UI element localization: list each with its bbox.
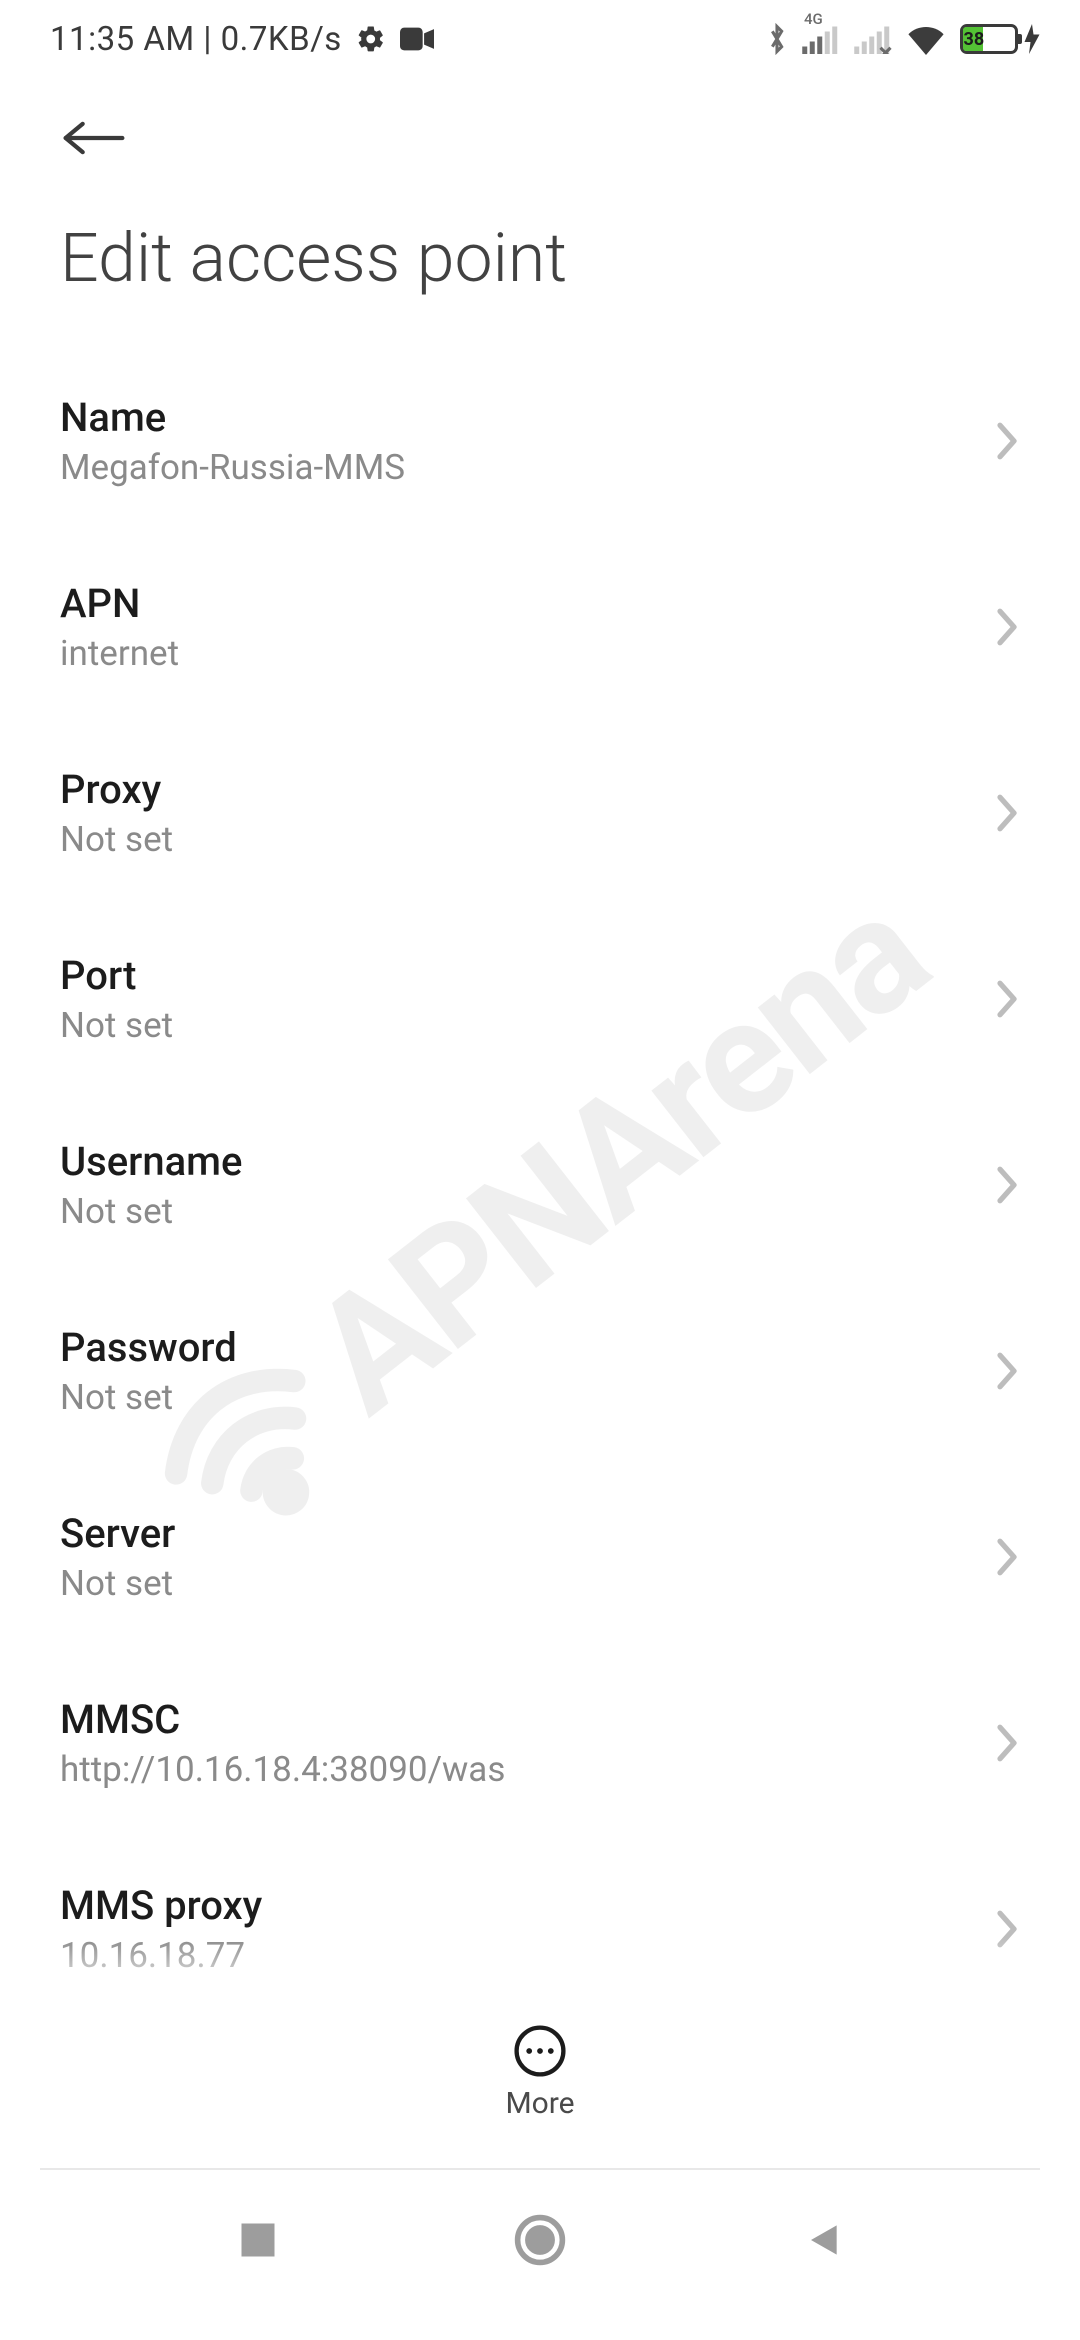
chevron-right-icon xyxy=(994,1722,1020,1764)
setting-label: MMS proxy xyxy=(60,1882,262,1929)
setting-row-port[interactable]: Port Not set xyxy=(60,906,1020,1092)
recent-apps-button[interactable] xyxy=(236,2218,280,2262)
setting-value: Not set xyxy=(60,1563,175,1604)
setting-row-username[interactable]: Username Not set xyxy=(60,1092,1020,1278)
bluetooth-icon xyxy=(766,22,788,56)
setting-row-proxy[interactable]: Proxy Not set xyxy=(60,720,1020,906)
back-nav-button[interactable] xyxy=(800,2218,844,2262)
gear-icon xyxy=(356,24,386,54)
setting-value: Megafon-Russia-MMS xyxy=(60,447,405,488)
chevron-right-icon xyxy=(994,792,1020,834)
setting-row-mmsc[interactable]: MMSC http://10.16.18.4:38090/was xyxy=(60,1650,1020,1836)
setting-label: Proxy xyxy=(60,766,173,813)
status-bar: 11:35 AM | 0.7KB/s 4G 38 xyxy=(0,0,1080,78)
setting-row-mms-proxy[interactable]: MMS proxy 10.16.18.77 xyxy=(60,1836,1020,1986)
setting-value: Not set xyxy=(60,1377,237,1418)
chevron-right-icon xyxy=(994,1350,1020,1392)
setting-label: Server xyxy=(60,1510,175,1557)
chevron-right-icon xyxy=(994,978,1020,1020)
setting-label: Password xyxy=(60,1324,237,1371)
setting-value: internet xyxy=(60,633,179,674)
arrow-left-icon xyxy=(60,116,128,160)
more-button[interactable]: More xyxy=(0,1998,1080,2146)
setting-value: Not set xyxy=(60,819,173,860)
charging-icon xyxy=(1024,24,1040,54)
setting-label: Username xyxy=(60,1138,242,1185)
chevron-right-icon xyxy=(994,606,1020,648)
home-button[interactable] xyxy=(512,2212,568,2268)
more-label: More xyxy=(505,2086,574,2121)
setting-label: Name xyxy=(60,394,405,441)
settings-list: Name Megafon-Russia-MMS APN internet Pro… xyxy=(0,338,1080,1986)
chevron-right-icon xyxy=(994,1908,1020,1950)
signal-4g-icon: 4G xyxy=(802,24,840,54)
more-horizontal-icon xyxy=(513,2024,567,2078)
setting-value: http://10.16.18.4:38090/was xyxy=(60,1749,505,1790)
signal-secondary-icon xyxy=(854,24,892,54)
back-button[interactable] xyxy=(60,108,140,168)
chevron-right-icon xyxy=(994,1536,1020,1578)
chevron-right-icon xyxy=(994,1164,1020,1206)
setting-label: Port xyxy=(60,952,173,999)
page-title: Edit access point xyxy=(0,188,1080,338)
status-right: 4G 38 xyxy=(766,22,1040,56)
setting-row-name[interactable]: Name Megafon-Russia-MMS xyxy=(60,348,1020,534)
setting-row-server[interactable]: Server Not set xyxy=(60,1464,1020,1650)
video-icon xyxy=(400,27,434,51)
wifi-icon xyxy=(906,23,946,55)
setting-value: Not set xyxy=(60,1191,242,1232)
setting-row-password[interactable]: Password Not set xyxy=(60,1278,1020,1464)
setting-row-apn[interactable]: APN internet xyxy=(60,534,1020,720)
setting-value: 10.16.18.77 xyxy=(60,1935,262,1976)
status-left: 11:35 AM | 0.7KB/s xyxy=(50,20,434,59)
battery-indicator: 38 xyxy=(960,24,1040,54)
status-time-net: 11:35 AM | 0.7KB/s xyxy=(50,20,342,59)
setting-label: APN xyxy=(60,580,179,627)
chevron-right-icon xyxy=(994,420,1020,462)
setting-label: MMSC xyxy=(60,1696,505,1743)
setting-value: Not set xyxy=(60,1005,173,1046)
android-nav-bar xyxy=(0,2170,1080,2340)
